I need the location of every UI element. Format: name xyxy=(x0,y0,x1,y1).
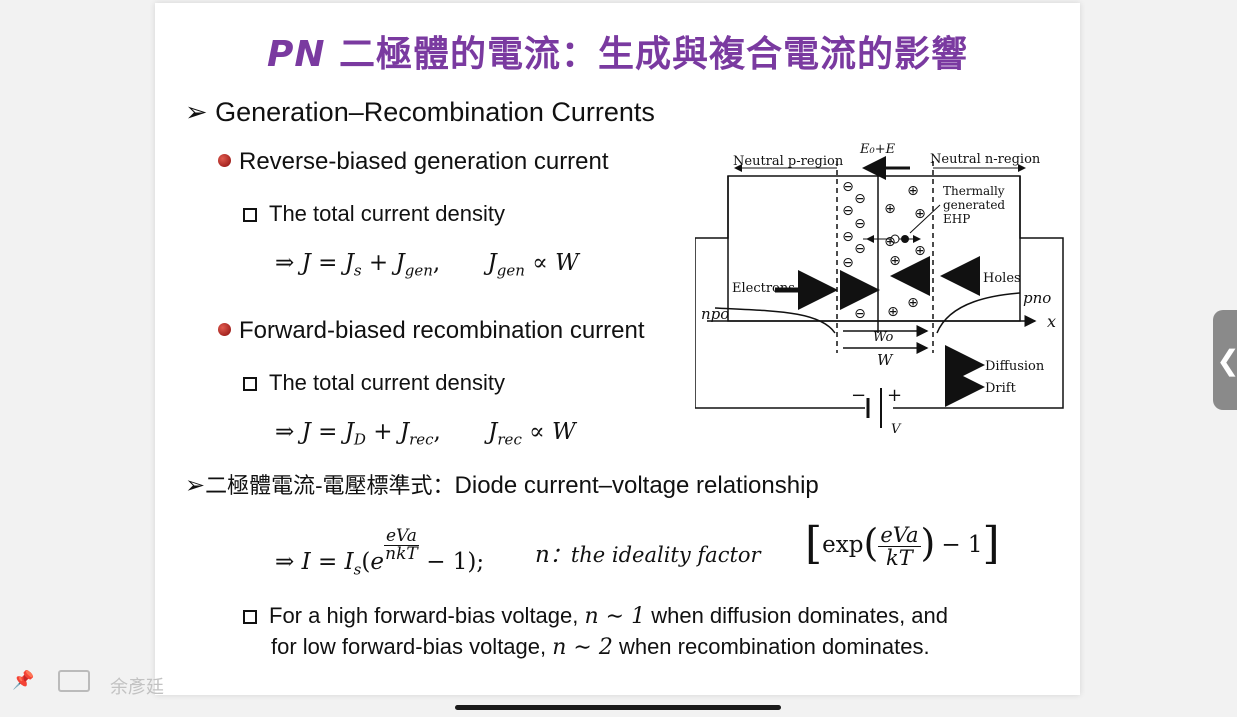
svg-text:−: − xyxy=(851,385,866,406)
checkbox-bullet-icon xyxy=(243,377,257,391)
bullet-reverse: Reverse-biased generation current xyxy=(218,148,609,176)
red-ball-bullet-icon xyxy=(218,323,231,336)
viewer-tools: 📌 xyxy=(12,670,90,692)
svg-text:E₀+E: E₀+E xyxy=(859,143,896,157)
svg-text:⊖: ⊖ xyxy=(854,216,866,232)
diode-equation: ⇒ I = Is(e eVa nkT − 1); xyxy=(275,526,485,579)
slide-title: PN 二極體的電流：生成與複合電流的影響 xyxy=(266,34,969,75)
svg-text:Wo: Wo xyxy=(873,330,893,345)
svg-text:⊕: ⊕ xyxy=(914,206,926,222)
slide: PN 二極體的電流：生成與複合電流的影響 ➢ Generation–Recomb… xyxy=(155,3,1080,695)
reverse-sub-item: The total current density xyxy=(243,201,505,227)
forward-sub-item: The total current density xyxy=(243,370,505,396)
svg-text:⊕: ⊕ xyxy=(889,253,901,269)
heading-generation-recombination: ➢ Generation–Recombination Currents xyxy=(185,97,655,127)
home-indicator[interactable] xyxy=(455,705,781,710)
diode-heading: ➢二極體電流-電壓標準式：Diode current–voltage relat… xyxy=(185,472,819,499)
screen-icon[interactable] xyxy=(57,670,90,692)
svg-text:Holes: Holes xyxy=(983,271,1021,286)
checkbox-bullet-icon xyxy=(243,208,257,222)
exp-expression: [exp(eVa kT) − 1] xyxy=(805,518,1000,570)
note-line-2: for low forward-bias voltage, n ∼ 2 when… xyxy=(271,634,930,660)
svg-text:⊕: ⊕ xyxy=(907,183,919,199)
svg-text:+: + xyxy=(887,385,902,406)
svg-text:⊖: ⊖ xyxy=(854,241,866,257)
arrow-bullet-icon: ➢ xyxy=(185,472,206,499)
ideality-factor-note: n：the ideality factor xyxy=(535,542,761,568)
svg-text:⊖: ⊖ xyxy=(842,179,854,195)
svg-text:⊖: ⊖ xyxy=(854,191,866,207)
svg-text:Neutral n-region: Neutral n-region xyxy=(930,152,1041,167)
svg-text:x: x xyxy=(1047,312,1056,331)
author-watermark: 余彥廷 xyxy=(110,677,164,698)
svg-text:⊕: ⊕ xyxy=(884,234,896,250)
svg-text:⊕: ⊕ xyxy=(884,201,896,217)
bullet-forward: Forward-biased recombination current xyxy=(218,317,645,345)
svg-text:generated: generated xyxy=(943,198,1005,212)
svg-text:⊕: ⊕ xyxy=(887,304,899,320)
svg-text:Electrons: Electrons xyxy=(732,281,795,296)
svg-text:W: W xyxy=(877,351,894,369)
svg-text:npo: npo xyxy=(701,305,729,323)
svg-text:Diffusion: Diffusion xyxy=(985,359,1045,374)
note-line-1: For a high forward-bias voltage, n ∼ 1 w… xyxy=(243,603,948,629)
svg-text:EHP: EHP xyxy=(943,212,970,226)
red-ball-bullet-icon xyxy=(218,154,231,167)
svg-text:V: V xyxy=(891,422,902,437)
svg-text:⊖: ⊖ xyxy=(842,229,854,245)
svg-text:⊕: ⊕ xyxy=(914,243,926,259)
checkbox-bullet-icon xyxy=(243,610,257,624)
pin-icon[interactable]: 📌 xyxy=(12,670,34,691)
svg-text:⊕: ⊕ xyxy=(907,295,919,311)
svg-text:Drift: Drift xyxy=(985,381,1017,396)
svg-text:pno: pno xyxy=(1023,289,1051,307)
pn-junction-diagram: ⊖⊖⊖⊖⊖⊖⊖⊖ ⊕⊕ ⊕⊕⊕⊕⊕⊕ Neutral p-region Neutr… xyxy=(695,143,1064,437)
arrow-bullet-icon: ➢ xyxy=(185,97,216,127)
forward-equation: ⇒ J = JD + Jrec, Jrec ∝ W xyxy=(275,419,576,449)
svg-text:Thermally: Thermally xyxy=(943,184,1005,198)
chevron-left-icon: ❮ xyxy=(1216,344,1237,377)
svg-text:Neutral p-region: Neutral p-region xyxy=(733,154,844,169)
reverse-equation: ⇒ J = Js + Jgen, Jgen ∝ W xyxy=(275,250,579,280)
svg-text:⊖: ⊖ xyxy=(842,203,854,219)
side-panel-toggle[interactable]: ❮ xyxy=(1213,310,1237,410)
svg-text:⊖: ⊖ xyxy=(842,255,854,271)
svg-text:⊖: ⊖ xyxy=(854,306,866,322)
